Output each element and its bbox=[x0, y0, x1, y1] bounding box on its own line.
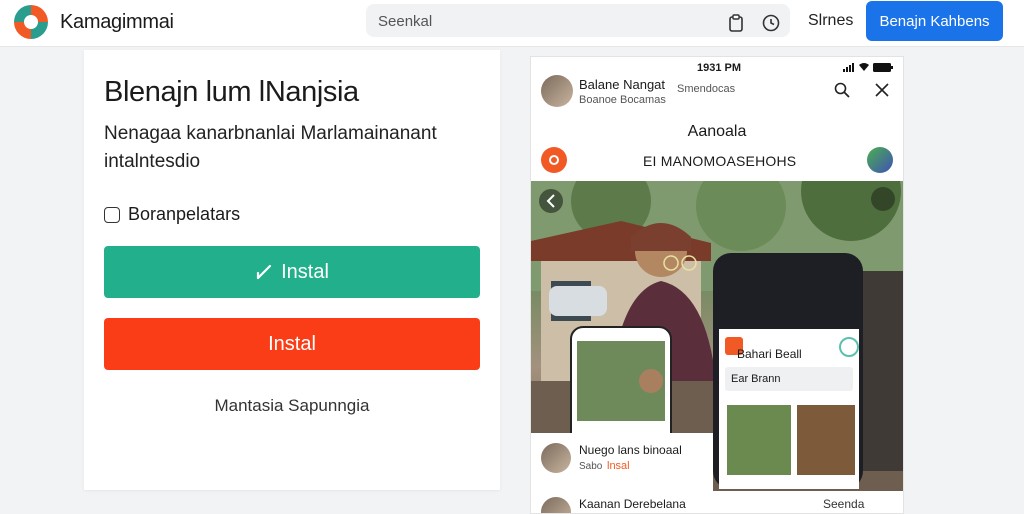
primary-cta-button[interactable]: Benajn Kahbens bbox=[866, 1, 1003, 41]
profile-subtitle: Boanoe Bocamas bbox=[579, 94, 666, 106]
bottom-avatar bbox=[541, 497, 571, 513]
install-button-primary-label: Instal bbox=[281, 260, 329, 283]
brand-logo[interactable] bbox=[14, 5, 48, 39]
clock-icon[interactable] bbox=[761, 13, 781, 33]
post-sub: Sabo bbox=[579, 461, 603, 472]
profile-meta: Smendocas bbox=[677, 83, 736, 95]
post-badge: lnsal bbox=[607, 460, 630, 472]
install-button-secondary-label: Instal bbox=[268, 332, 316, 355]
more-link[interactable]: Mantasia Sapunngia bbox=[84, 396, 500, 416]
inner-card-title: Bahari Beall bbox=[737, 347, 802, 361]
app-preview-screenshot: 1931 PM Balane Nangat Boanoe Bocamas Sme… bbox=[530, 56, 904, 514]
install-card: Blenajn lum lNanjsia Nenagaa kanarbnanla… bbox=[84, 50, 500, 490]
search-icon[interactable] bbox=[833, 81, 851, 99]
search-input[interactable] bbox=[376, 9, 710, 33]
page-description: Nenagaa kanarbnanlai Marlamainanant inta… bbox=[104, 123, 437, 172]
sign-in-link[interactable]: Slrnes bbox=[808, 12, 853, 30]
status-time: 1931 PM bbox=[697, 62, 742, 74]
page-title: Blenajn lum lNanjsia bbox=[104, 76, 359, 108]
brand-name[interactable]: Kamagimmai bbox=[60, 11, 174, 34]
bottom-name: Kaanan Derebelana bbox=[579, 497, 686, 511]
preview-toolbar: EI MANOMOASEHOHS bbox=[531, 145, 903, 177]
location-icon[interactable] bbox=[541, 147, 567, 173]
hero-photo: Bahari Beall Ear Brann Nuego lans binoaa… bbox=[531, 181, 903, 491]
inner-card-chip: Ear Brann bbox=[731, 373, 781, 385]
check-icon bbox=[256, 264, 272, 280]
clipboard-icon[interactable] bbox=[726, 13, 746, 33]
post-item[interactable]: Nuego lans binoaal Sabo lnsal bbox=[531, 433, 713, 491]
option-checkbox-row[interactable]: Boranpelatars bbox=[104, 204, 240, 225]
profile-avatar[interactable] bbox=[541, 75, 573, 107]
top-bar: Kamagimmai Slrnes Benajn Kahbens bbox=[0, 0, 1024, 47]
close-icon[interactable] bbox=[873, 81, 891, 99]
install-button-secondary[interactable]: Instal bbox=[104, 318, 480, 370]
preview-bottom-row: Kaanan Derebelana Seenda bbox=[531, 493, 903, 513]
wifi-icon bbox=[859, 63, 869, 71]
option-checkbox[interactable] bbox=[104, 206, 120, 223]
app-icon[interactable] bbox=[867, 147, 893, 173]
option-checkbox-label: Boranpelatars bbox=[128, 204, 241, 224]
battery-icon bbox=[873, 63, 893, 72]
status-bar: 1931 PM bbox=[531, 59, 903, 77]
install-button-primary[interactable]: Instal bbox=[104, 246, 480, 298]
profile-name: Balane Nangat bbox=[579, 77, 666, 92]
post-name: Nuego lans binoaal bbox=[579, 443, 682, 457]
search-box[interactable] bbox=[366, 4, 790, 37]
preview-heading: Aanoala bbox=[687, 123, 747, 140]
bottom-right-label[interactable]: Seenda bbox=[823, 497, 864, 511]
post-avatar bbox=[541, 443, 571, 473]
signal-icon bbox=[843, 63, 854, 72]
preview-toolbar-text: EI MANOMOASEHOHS bbox=[643, 153, 797, 169]
